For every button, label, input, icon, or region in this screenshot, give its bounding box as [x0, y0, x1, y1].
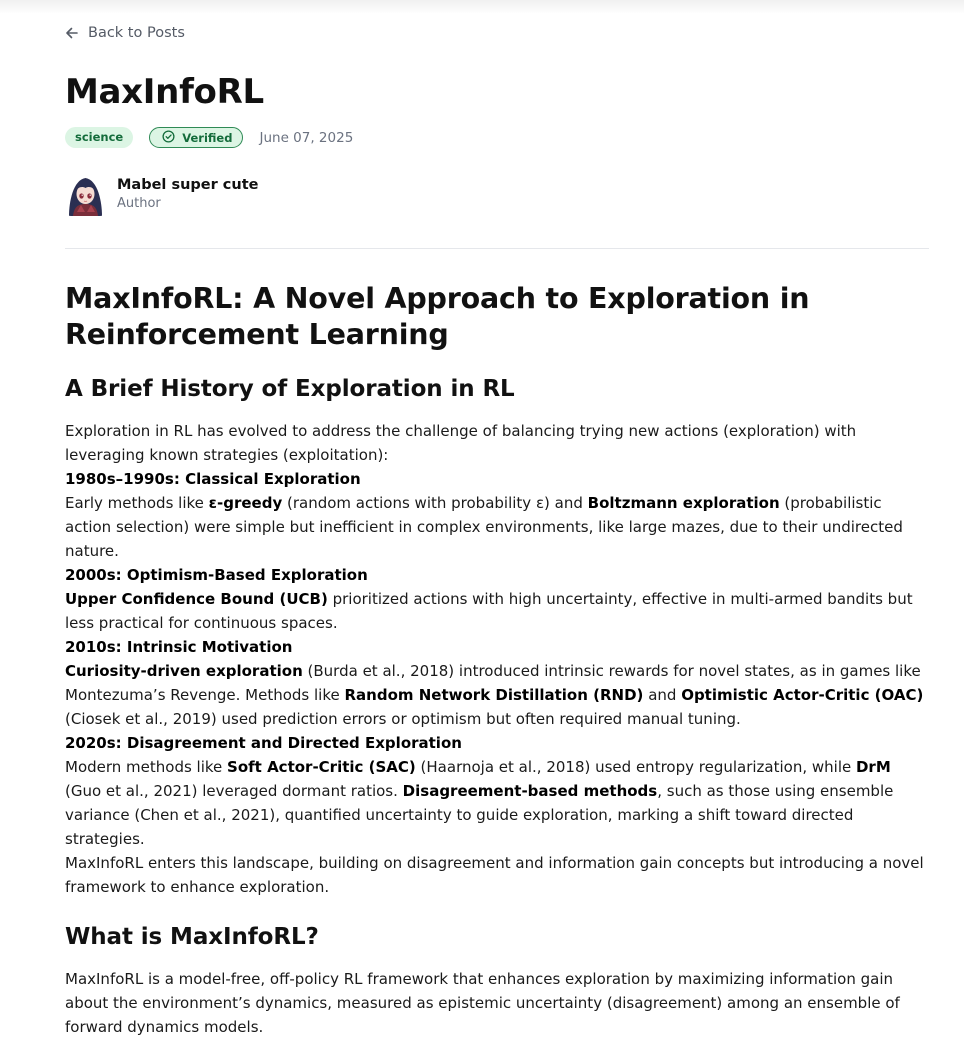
- era-paragraph: Upper Confidence Bound (UCB) prioritized…: [65, 587, 929, 635]
- bold-term: Soft Actor-Critic (SAC): [227, 758, 416, 776]
- text-run: (random actions with probability ε) and: [282, 494, 588, 512]
- section-body-what-is: MaxInfoRL is a model-free, off-policy RL…: [65, 967, 929, 1039]
- post-date: June 07, 2025: [259, 129, 354, 146]
- bold-term: Curiosity-driven exploration: [65, 662, 303, 680]
- text-run: and: [643, 686, 682, 704]
- arrow-left-icon: [65, 26, 79, 40]
- era-heading-text: 2020s: Disagreement and Directed Explora…: [65, 734, 462, 752]
- what-is-paragraph: MaxInfoRL is a model-free, off-policy RL…: [65, 970, 900, 1036]
- author-block: Mabel super cute Author: [65, 172, 259, 216]
- back-to-posts-link[interactable]: Back to Posts: [65, 25, 185, 41]
- bold-term: Upper Confidence Bound (UCB): [65, 590, 328, 608]
- era-heading: 2020s: Disagreement and Directed Explora…: [65, 731, 929, 755]
- era-heading-text: 2010s: Intrinsic Motivation: [65, 638, 293, 656]
- era-paragraph: Modern methods like Soft Actor-Critic (S…: [65, 755, 929, 851]
- back-label: Back to Posts: [88, 25, 185, 41]
- bold-term: DrM: [855, 758, 891, 776]
- bold-term: ε-greedy: [208, 494, 283, 512]
- era-heading: 1980s–1990s: Classical Exploration: [65, 467, 929, 491]
- post-title: MaxInfoRL: [65, 72, 264, 112]
- category-tag[interactable]: science: [65, 127, 134, 148]
- author-info: Mabel super cute Author: [117, 175, 259, 213]
- closing-paragraph: MaxInfoRL enters this landscape, buildin…: [65, 854, 924, 896]
- verified-badge: Verified: [149, 127, 244, 148]
- text-run: Modern methods like: [65, 758, 228, 776]
- post-meta: science Verified June 07, 2025: [65, 127, 353, 148]
- text-run: (Haarnoja et al., 2018) used entropy reg…: [415, 758, 856, 776]
- author-role: Author: [117, 196, 161, 211]
- check-circle-icon: [162, 129, 175, 146]
- verified-label: Verified: [182, 130, 233, 145]
- era-heading-text: 2000s: Optimism-Based Exploration: [65, 566, 368, 584]
- era-paragraph: Early methods like ε-greedy (random acti…: [65, 491, 929, 563]
- bold-term: Optimistic Actor-Critic (OAC): [681, 686, 924, 704]
- top-shadow: [0, 0, 964, 14]
- article-content: MaxInfoRL: A Novel Approach to Explorati…: [65, 281, 929, 1039]
- text-run: (Ciosek et al., 2019) used prediction er…: [65, 710, 741, 728]
- era-heading: 2000s: Optimism-Based Exploration: [65, 563, 929, 587]
- divider: [65, 248, 929, 249]
- bold-term: Boltzmann exploration: [587, 494, 780, 512]
- section-heading-history: A Brief History of Exploration in RL: [65, 376, 515, 402]
- era-heading-text: 1980s–1990s: Classical Exploration: [65, 470, 361, 488]
- text-run: (Guo et al., 2021) leveraged dormant rat…: [65, 782, 403, 800]
- bold-term: Random Network Distillation (RND): [344, 686, 644, 704]
- section-heading-what-is: What is MaxInfoRL?: [65, 924, 319, 950]
- author-name[interactable]: Mabel super cute: [117, 175, 259, 195]
- bold-term: Disagreement-based methods: [402, 782, 658, 800]
- section-body-history: Exploration in RL has evolved to address…: [65, 419, 929, 899]
- text-run: Early methods like: [65, 494, 209, 512]
- era-heading: 2010s: Intrinsic Motivation: [65, 635, 929, 659]
- era-paragraph: Curiosity-driven exploration (Burda et a…: [65, 659, 929, 731]
- intro-paragraph: Exploration in RL has evolved to address…: [65, 422, 857, 464]
- author-avatar[interactable]: [65, 172, 106, 216]
- article-heading: MaxInfoRL: A Novel Approach to Explorati…: [65, 282, 810, 351]
